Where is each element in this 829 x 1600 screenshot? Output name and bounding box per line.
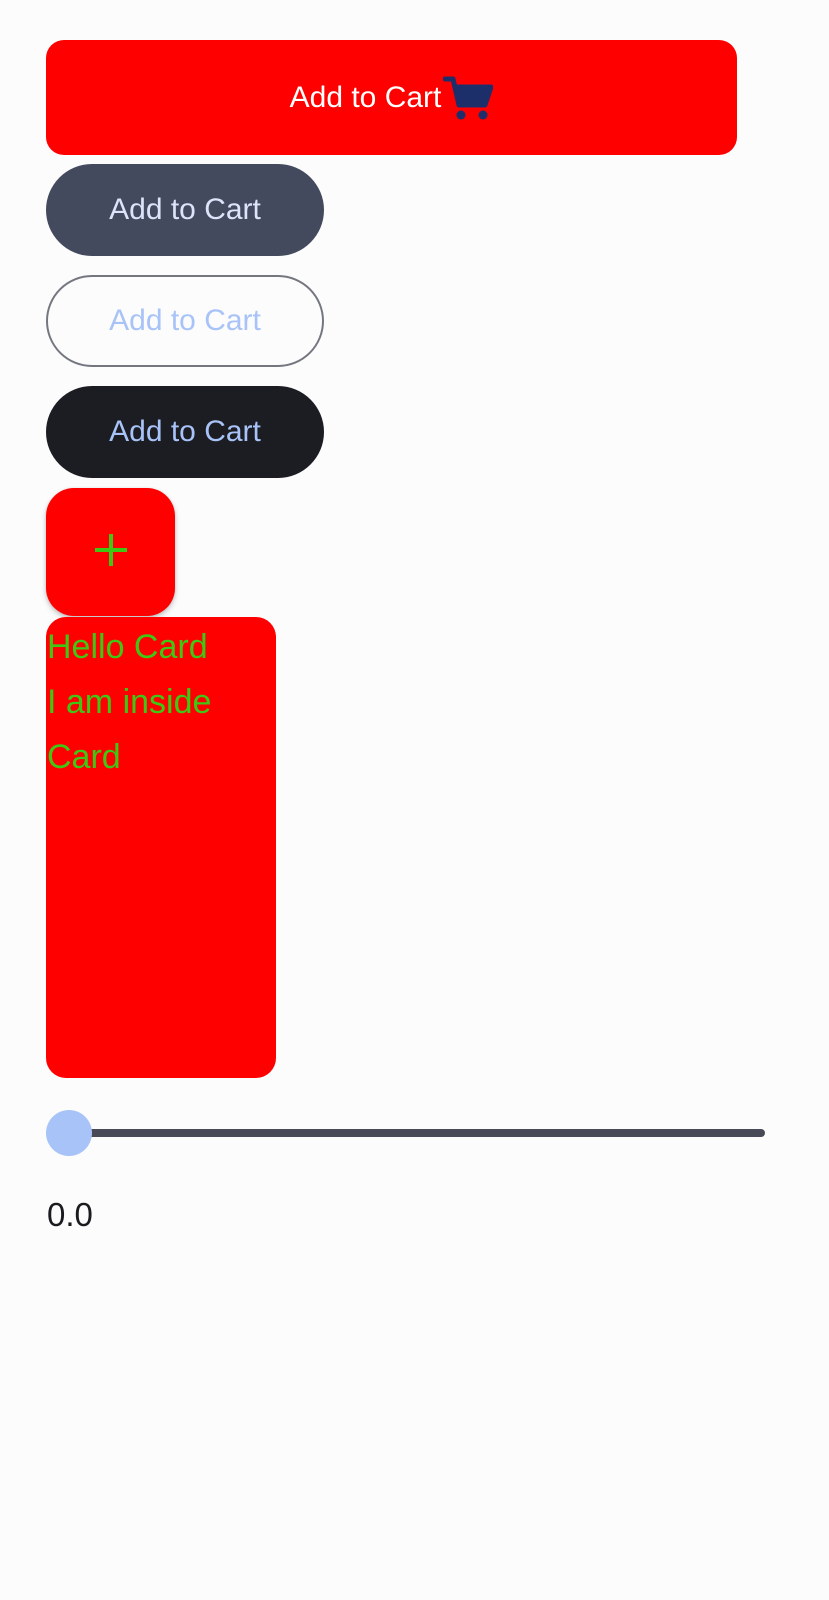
add-to-cart-outlined-label: Add to Cart — [109, 304, 261, 337]
add-to-cart-primary-label: Add to Cart — [289, 80, 442, 114]
card-text-line-2: I am inside — [47, 683, 212, 721]
plus-icon — [93, 532, 129, 573]
add-to-cart-tonal-button[interactable]: Add to Cart — [46, 164, 324, 256]
value-slider[interactable] — [46, 1110, 765, 1156]
slider-thumb[interactable] — [46, 1110, 92, 1156]
add-to-cart-primary-button[interactable]: Add to Cart — [46, 40, 737, 155]
card-text-line-1: Hello Card — [47, 628, 208, 666]
slider-track[interactable] — [68, 1129, 765, 1137]
add-to-cart-tonal-label: Add to Cart — [109, 193, 261, 226]
add-to-cart-dark-label: Add to Cart — [109, 415, 261, 448]
hello-card: Hello Card I am inside Card — [46, 617, 276, 1078]
card-text-line-3: Card — [47, 738, 121, 776]
shopping-cart-icon — [443, 75, 494, 121]
add-fab-button[interactable] — [46, 488, 175, 616]
add-to-cart-outlined-button[interactable]: Add to Cart — [46, 275, 324, 367]
slider-value-text: 0.0 — [47, 1196, 93, 1233]
add-to-cart-dark-button[interactable]: Add to Cart — [46, 386, 324, 478]
